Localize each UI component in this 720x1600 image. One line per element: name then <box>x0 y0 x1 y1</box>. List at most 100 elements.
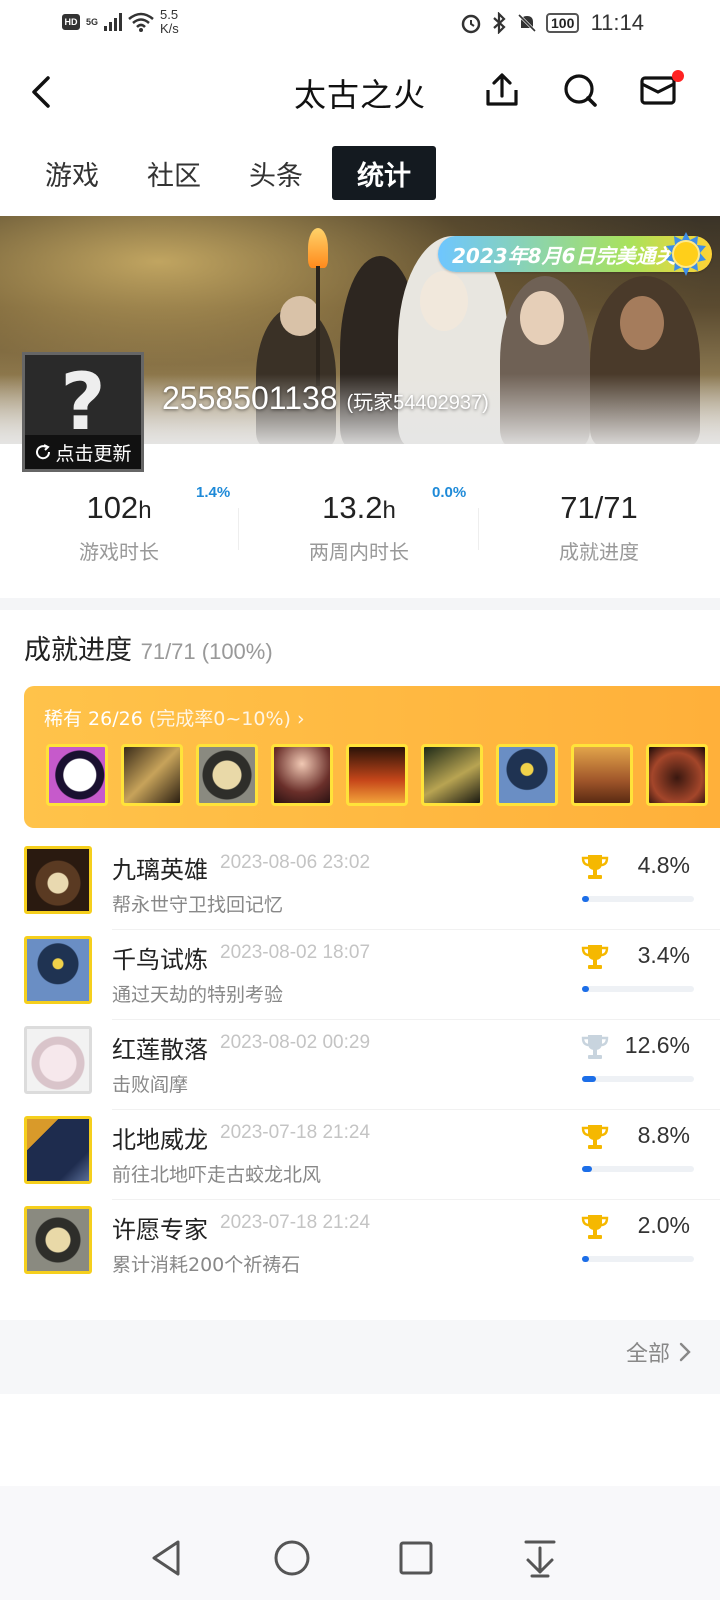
view-all-button[interactable]: 全部 <box>626 1336 692 1368</box>
rare-range: (完成率0~10%) › <box>148 708 305 730</box>
rare-achievement-icon[interactable] <box>271 744 333 806</box>
rare-achievement-icon[interactable] <box>346 744 408 806</box>
achievement-date: 2023-08-02 18:07 <box>220 942 371 963</box>
tab-game[interactable]: 游戏 <box>36 146 108 200</box>
rare-count: 稀有 26/26 <box>44 708 143 730</box>
gold-trophy-icon <box>581 945 609 969</box>
view-all-label: 全部 <box>625 1342 670 1367</box>
share-icon[interactable] <box>482 70 522 110</box>
achievement-row[interactable]: 红莲散落 2023-08-02 00:29 击败阎摩 12.6% <box>0 1018 720 1110</box>
clock: 11:14 <box>590 10 644 35</box>
rare-achievement-icon[interactable] <box>571 744 633 806</box>
stat-change: 1.4% <box>196 484 231 501</box>
net-speed: 5.5 K/s <box>160 8 179 36</box>
bluetooth-icon <box>493 12 506 34</box>
achievement-desc: 击败阎摩 <box>112 1074 189 1096</box>
achievement-desc: 通过天劫的特别考验 <box>112 984 284 1006</box>
stat-label: 两周内时长 <box>309 540 409 564</box>
5g-label: 5G <box>86 16 99 27</box>
achievement-row[interactable]: 千鸟试炼 2023-08-02 18:07 通过天劫的特别考验 3.4% <box>0 928 720 1020</box>
achievement-date: 2023-08-02 00:29 <box>220 1032 371 1053</box>
view-all-bar <box>0 1320 720 1394</box>
tab-headlines[interactable]: 头条 <box>240 146 312 200</box>
unknown-avatar-icon: ? <box>60 358 106 448</box>
hd-icon: HD <box>62 14 80 30</box>
achievement-name: 北地威龙 <box>112 1126 208 1154</box>
character-4-face <box>520 291 564 345</box>
tab-statistics[interactable]: 统计 <box>332 146 436 200</box>
refresh-icon <box>36 444 51 460</box>
achievement-name: 红莲散落 <box>112 1036 208 1064</box>
achievement-summary: 71/71 (100%) <box>140 639 273 664</box>
rate-bar-fill <box>582 1166 592 1172</box>
rate-bar-fill <box>582 1076 597 1082</box>
achievement-heading: 成就进度 71/71 (100%) <box>24 628 273 667</box>
character-3-face <box>420 271 468 331</box>
stat-label: 成就进度 <box>559 540 639 564</box>
completion-rate: 2.0% <box>637 1212 690 1238</box>
completion-rate: 8.8% <box>637 1122 690 1148</box>
rate-bar <box>582 896 694 902</box>
achievement-desc: 累计消耗200个祈祷石 <box>112 1254 301 1276</box>
achievement-icon <box>24 936 92 1004</box>
rare-achievement-icon[interactable] <box>196 744 258 806</box>
achievement-icon <box>24 1206 92 1274</box>
stat-unit: h <box>138 497 152 524</box>
rate-bar <box>582 1256 694 1262</box>
rate-bar-fill <box>582 1256 589 1262</box>
refresh-button[interactable]: 点击更新 <box>25 435 141 469</box>
stat-number: 102 <box>86 490 139 525</box>
gold-trophy-icon <box>581 855 609 879</box>
mute-icon <box>517 13 537 33</box>
nav-back-icon[interactable] <box>146 1536 190 1580</box>
achievement-name: 九璃英雄 <box>112 856 208 884</box>
net-speed-unit: K/s <box>160 21 179 36</box>
nav-recents-icon[interactable] <box>394 1536 438 1580</box>
section-gap <box>0 598 720 610</box>
stat-label: 游戏时长 <box>79 540 159 564</box>
torch-flame <box>308 228 328 268</box>
stat-number: 71/71 <box>560 490 638 525</box>
user-avatar[interactable]: ? 点击更新 <box>22 352 144 472</box>
achievement-desc: 前往北地吓走古蛟龙北风 <box>112 1164 322 1186</box>
achievement-title: 成就进度 <box>24 635 132 665</box>
sun-medal-icon <box>666 232 706 276</box>
stat-two-week: 13.2h 两周内时长 0.0% <box>240 484 478 565</box>
signal-icon <box>104 13 123 31</box>
achievement-desc: 帮永世守卫找回记忆 <box>112 894 284 916</box>
rare-achievement-icon[interactable] <box>121 744 183 806</box>
rare-label[interactable]: 稀有 26/26 (完成率0~10%) › <box>44 704 305 731</box>
achievement-date: 2023-07-18 21:24 <box>220 1122 371 1143</box>
achievement-row[interactable]: 许愿专家 2023-07-18 21:24 累计消耗200个祈祷石 2.0% <box>0 1198 720 1290</box>
stat-playtime: 102h 游戏时长 1.4% <box>0 484 238 565</box>
achievement-date: 2023-08-06 23:02 <box>220 852 371 873</box>
achievement-icon <box>24 846 92 914</box>
rare-achievement-icon[interactable] <box>646 744 708 806</box>
stat-change: 0.0% <box>432 484 467 501</box>
nav-home-icon[interactable] <box>270 1536 314 1580</box>
rate-bar <box>582 1076 694 1082</box>
page-title: 太古之火 <box>293 76 426 114</box>
achievement-name: 许愿专家 <box>112 1216 208 1244</box>
player-name: (玩家54402937) <box>346 392 489 414</box>
rare-achievement-icon[interactable] <box>496 744 558 806</box>
character-5-face <box>620 296 664 350</box>
rate-bar <box>582 1166 694 1172</box>
torch-staff <box>316 266 320 386</box>
completion-rate: 12.6% <box>624 1032 690 1058</box>
stat-number: 13.2 <box>322 490 383 525</box>
battery-icon: 100 <box>546 13 580 33</box>
tab-community[interactable]: 社区 <box>138 146 210 200</box>
achievement-row[interactable]: 北地威龙 2023-07-18 21:24 前往北地吓走古蛟龙北风 8.8% <box>0 1108 720 1200</box>
chevron-right-icon <box>679 1342 691 1362</box>
status-right-icons: 100 <box>460 12 580 34</box>
search-icon[interactable] <box>560 70 600 110</box>
achievement-row[interactable]: 九璃英雄 2023-08-06 23:02 帮永世守卫找回记忆 4.8% <box>0 838 720 930</box>
nav-dropdown-icon[interactable] <box>518 1536 562 1580</box>
net-speed-value: 5.5 <box>160 7 179 22</box>
notification-dot <box>672 70 684 82</box>
rare-achievement-icon[interactable] <box>46 744 108 806</box>
wifi-icon <box>128 12 154 32</box>
silver-trophy-icon <box>581 1035 609 1059</box>
rare-achievement-icon[interactable] <box>421 744 483 806</box>
